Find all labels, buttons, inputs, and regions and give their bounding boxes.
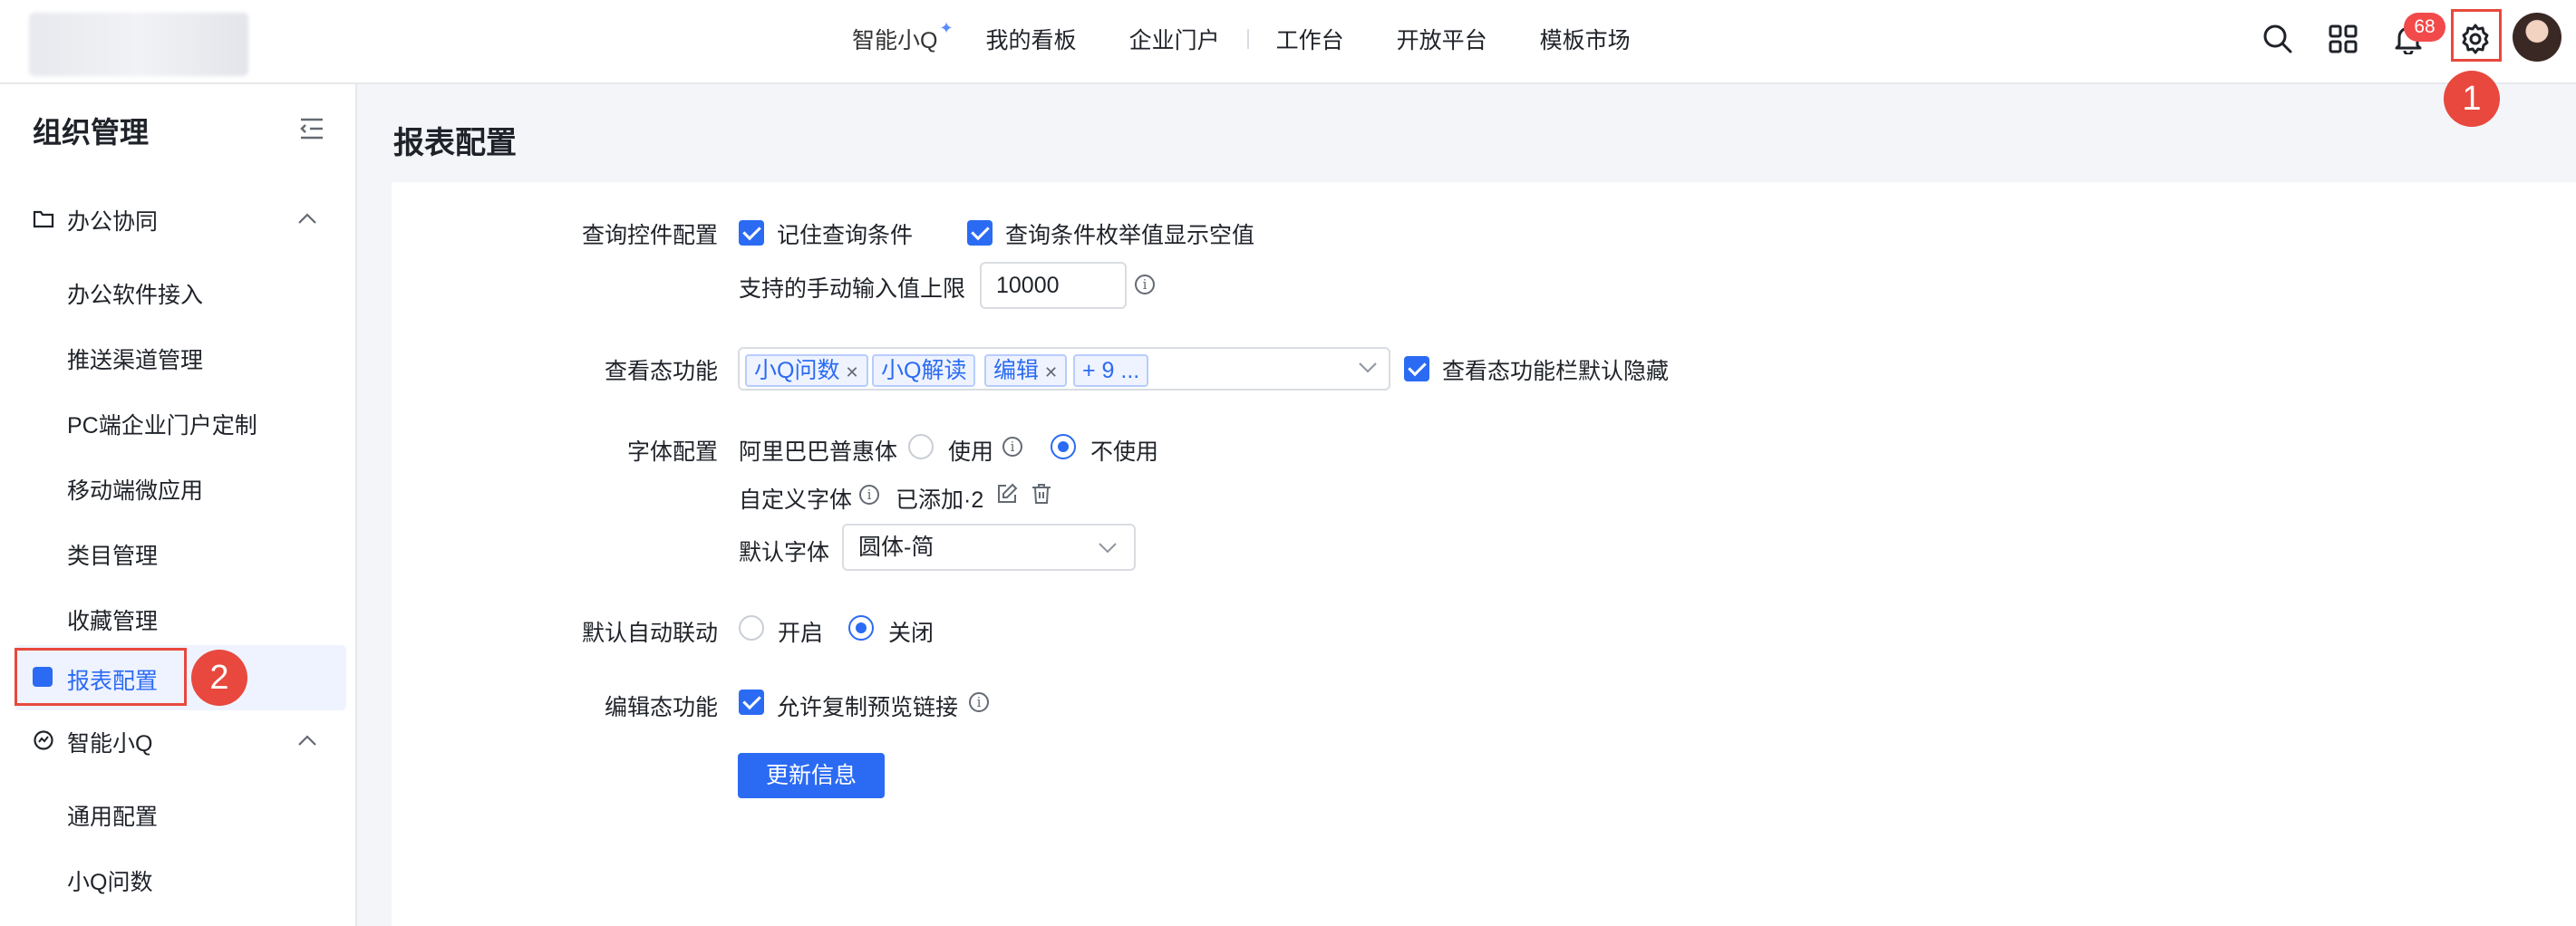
sidebar-item-label: 小Q问数 (67, 870, 153, 895)
view-features-select[interactable]: 小Q问数 ✕ 小Q解读 编辑 ✕ + 9 ... (738, 347, 1390, 391)
remember-query-label: 记住查询条件 (777, 223, 914, 248)
font-not-use-radio[interactable] (1051, 434, 1076, 459)
nav-open-platform[interactable]: 开放平台 (1397, 23, 1487, 55)
sidebar-item-label: 类目管理 (67, 544, 159, 569)
auto-linkage-label: 默认自动联动 (581, 621, 718, 646)
hide-toolbar-label: 查看态功能栏默认隐藏 (1442, 359, 1670, 384)
allow-copy-link-label: 允许复制预览链接 (777, 695, 959, 720)
nav-divider (1246, 29, 1249, 49)
sidebar-item-pc-portal[interactable]: PC端企业门户定制 (0, 390, 357, 455)
collapse-sidebar-icon[interactable] (299, 117, 324, 145)
delete-icon[interactable] (1031, 483, 1051, 509)
query-config-label: 查询控件配置 (581, 223, 718, 248)
sidebar-item-label: PC端企业门户定制 (67, 413, 257, 439)
linkage-off-label: 关闭 (888, 621, 935, 646)
sidebar-group-label: 办公协同 (67, 209, 159, 235)
notification-badge: 68 (2404, 13, 2445, 42)
sidebar-item-q-ask[interactable]: 小Q问数 (0, 846, 357, 912)
ai-q-icon (33, 729, 54, 756)
sidebar-item-favorites[interactable]: 收藏管理 (0, 585, 357, 651)
font-not-use-label: 不使用 (1090, 439, 1159, 465)
font-use-label: 使用 (948, 439, 994, 465)
font-use-radio[interactable] (908, 434, 934, 459)
more-tags[interactable]: + 9 ... (1073, 354, 1149, 387)
max-input-label: 支持的手动输入值上限 (739, 276, 966, 302)
sidebar-item-office-software[interactable]: 办公软件接入 (0, 259, 357, 324)
remember-query-checkbox[interactable] (739, 220, 764, 246)
sidebar-item-general-config[interactable]: 通用配置 (0, 781, 357, 846)
custom-font-label: 自定义字体 (739, 487, 853, 513)
sidebar-group-label: 智能小Q (67, 731, 153, 757)
sidebar-item-category[interactable]: 类目管理 (0, 520, 357, 585)
feature-tag[interactable]: 小Q解读 (872, 354, 976, 387)
sidebar-group-ai-q[interactable]: 智能小Q (0, 715, 357, 769)
sidebar: 组织管理 办公协同 办公软件接入 推送渠道管理 PC端企业门户定制 移动端微应用… (0, 84, 357, 926)
step-2-marker: 2 (191, 650, 247, 706)
linkage-on-radio[interactable] (739, 615, 764, 641)
nav-workbench[interactable]: 工作台 (1276, 23, 1344, 55)
folder-icon (33, 208, 54, 233)
edit-features-label: 编辑态功能 (604, 695, 718, 720)
top-nav: 智能小Q ✦ 我的看板 企业门户 工作台 开放平台 模板市场 (852, 0, 1683, 78)
info-icon[interactable]: i (859, 485, 879, 505)
sidebar-item-push-channel[interactable]: 推送渠道管理 (0, 324, 357, 390)
sidebar-item-label: 推送渠道管理 (67, 348, 204, 373)
sidebar-item-mobile-app[interactable]: 移动端微应用 (0, 455, 357, 520)
info-icon[interactable]: i (1135, 275, 1155, 294)
view-features-label: 查看态功能 (604, 359, 718, 384)
font-config-label: 字体配置 (626, 439, 718, 465)
page-title: 报表配置 (393, 126, 517, 160)
info-icon[interactable]: i (969, 692, 989, 712)
close-icon[interactable]: ✕ (845, 363, 858, 381)
sidebar-item-label: 移动端微应用 (67, 478, 204, 504)
report-config-highlight-box (15, 648, 187, 706)
default-font-select[interactable]: 圆体-简 (842, 524, 1136, 571)
sidebar-group-office[interactable]: 办公协同 (0, 193, 357, 247)
show-empty-enum-label: 查询条件枚举值显示空值 (1005, 223, 1255, 248)
chevron-down-icon[interactable] (1358, 362, 1378, 379)
default-font-value: 圆体-简 (858, 535, 935, 560)
show-empty-enum-checkbox[interactable] (967, 220, 993, 246)
top-bar: 智能小Q ✦ 我的看板 企业门户 工作台 开放平台 模板市场 68 (0, 0, 2576, 84)
feature-tag[interactable]: 小Q问数 ✕ (745, 354, 868, 387)
nav-my-board[interactable]: 我的看板 (986, 23, 1077, 55)
linkage-off-radio[interactable] (848, 615, 874, 641)
sidebar-item-label: 办公软件接入 (67, 283, 204, 308)
alibaba-font-label: 阿里巴巴普惠体 (739, 439, 898, 465)
hide-toolbar-checkbox[interactable] (1404, 356, 1429, 381)
config-card (392, 182, 2576, 926)
max-input-field[interactable]: 10000 (980, 262, 1127, 309)
nav-template-market[interactable]: 模板市场 (1540, 23, 1631, 55)
sidebar-item-label: 收藏管理 (67, 609, 159, 634)
chevron-down-icon[interactable] (1098, 542, 1118, 555)
apps-grid-icon[interactable] (2324, 20, 2362, 58)
info-icon[interactable]: i (1002, 437, 1022, 457)
nav-ai-q[interactable]: 智能小Q (852, 23, 937, 55)
step-1-marker: 1 (2444, 71, 2500, 127)
logo[interactable] (29, 13, 248, 76)
linkage-on-label: 开启 (778, 621, 824, 646)
default-font-label: 默认字体 (739, 540, 830, 565)
avatar[interactable] (2513, 13, 2561, 62)
sidebar-item-label: 通用配置 (67, 805, 159, 830)
gear-highlight-box (2451, 9, 2502, 62)
edit-icon[interactable] (996, 483, 1018, 509)
custom-font-status: 已添加·2 (896, 487, 984, 513)
chevron-up-icon[interactable] (297, 734, 317, 751)
chevron-up-icon[interactable] (297, 212, 317, 229)
feature-tag[interactable]: 编辑 ✕ (984, 354, 1068, 387)
update-info-button[interactable]: 更新信息 (738, 753, 885, 798)
allow-copy-link-checkbox[interactable] (739, 690, 764, 715)
close-icon[interactable]: ✕ (1044, 363, 1058, 381)
nav-portal[interactable]: 企业门户 (1129, 23, 1220, 55)
sidebar-title: 组织管理 (33, 116, 150, 149)
sparkle-icon: ✦ (939, 18, 954, 37)
search-icon[interactable] (2259, 20, 2297, 58)
